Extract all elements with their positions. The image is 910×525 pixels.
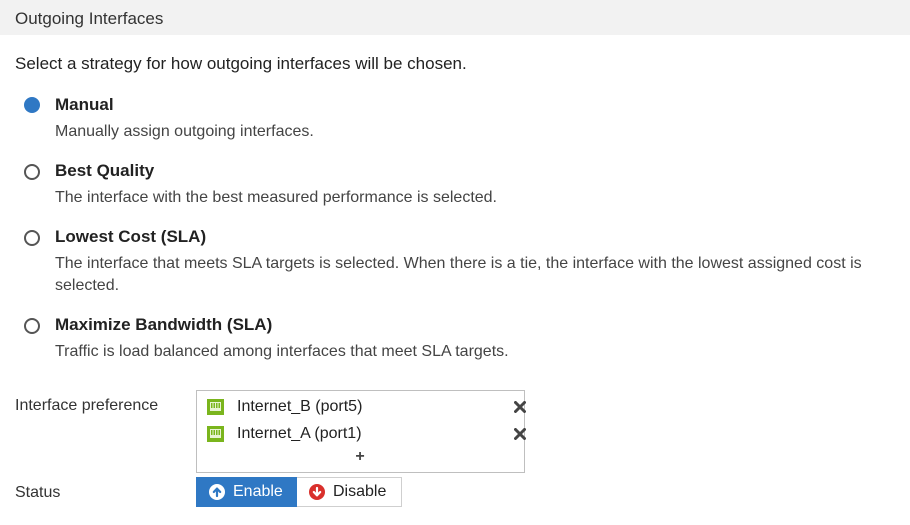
arrow-up-circle-icon [209, 484, 225, 500]
section-title: Outgoing Interfaces [15, 9, 164, 28]
interface-name: Internet_A (port1) [237, 425, 362, 442]
interface-item[interactable]: Internet_B (port5) [207, 395, 526, 419]
interface-preference-list[interactable]: Internet_B (port5) Internet_A (port1) + [196, 390, 526, 473]
radio-maximize-bandwidth[interactable] [24, 318, 40, 334]
option-description: The interface that meets SLA targets is … [55, 255, 862, 294]
option-description: Manually assign outgoing interfaces. [55, 123, 314, 140]
add-interface-icon[interactable]: + [352, 449, 368, 465]
arrow-down-circle-icon [309, 484, 325, 500]
strategy-intro-text: Select a strategy for how outgoing inter… [15, 54, 467, 73]
enable-label: Enable [233, 483, 283, 500]
status-toggle[interactable]: Enable Disable [196, 477, 402, 507]
option-title: Best Quality [55, 161, 155, 180]
interface-name: Internet_B (port5) [237, 398, 363, 415]
radio-best-quality[interactable] [24, 164, 40, 180]
ethernet-port-icon [207, 426, 224, 442]
disable-label: Disable [333, 483, 387, 500]
option-description: The interface with the best measured per… [55, 189, 497, 206]
interface-item[interactable]: Internet_A (port1) [207, 422, 526, 446]
remove-icon[interactable] [514, 401, 526, 413]
option-title: Maximize Bandwidth (SLA) [55, 315, 273, 334]
enable-button[interactable]: Enable [196, 477, 297, 507]
remove-icon[interactable] [514, 428, 526, 440]
ethernet-port-icon [207, 399, 224, 415]
radio-manual[interactable] [24, 97, 40, 113]
option-description: Traffic is load balanced among interface… [55, 343, 509, 360]
radio-lowest-cost[interactable] [24, 230, 40, 246]
option-title: Lowest Cost (SLA) [55, 227, 207, 246]
status-label: Status [15, 484, 61, 501]
disable-button[interactable]: Disable [297, 477, 402, 507]
interface-preference-label: Interface preference [15, 397, 159, 414]
section-header: Outgoing Interfaces [0, 0, 910, 35]
option-title: Manual [55, 95, 114, 114]
